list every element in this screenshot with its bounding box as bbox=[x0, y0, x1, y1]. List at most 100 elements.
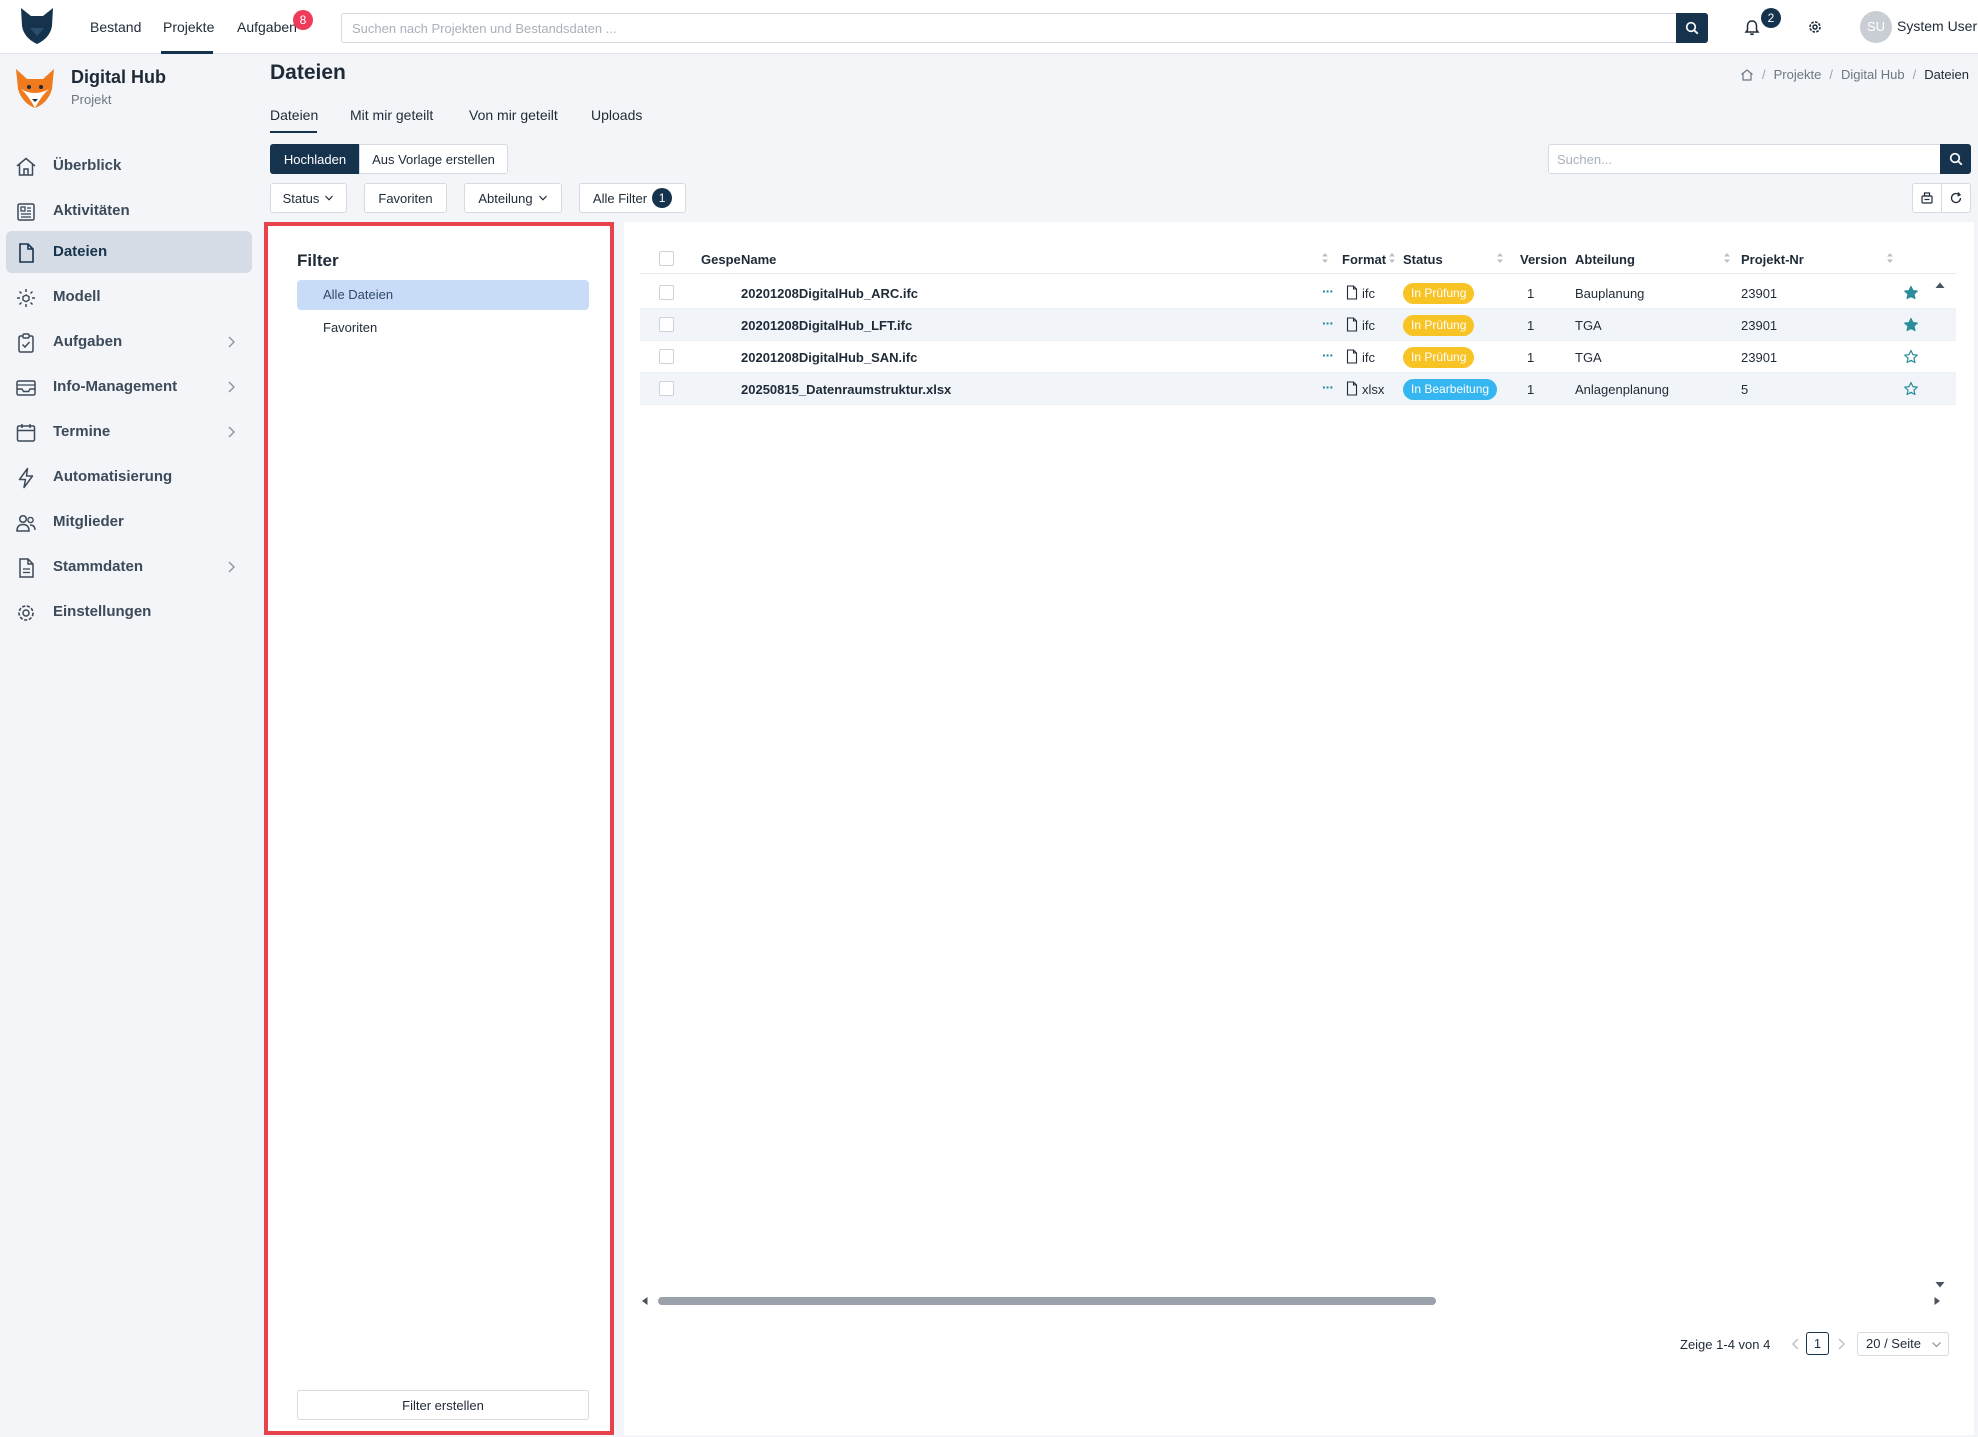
favorites-filter-button[interactable]: Favoriten bbox=[364, 183, 447, 213]
sidebar-item-stammdaten[interactable]: Stammdaten bbox=[6, 546, 252, 588]
export-button[interactable] bbox=[1912, 183, 1942, 213]
star-filled-icon[interactable] bbox=[1903, 285, 1919, 301]
nav-aufgaben[interactable]: Aufgaben bbox=[237, 19, 297, 35]
filter-item-all-files[interactable]: Alle Dateien bbox=[297, 280, 589, 310]
tab-von-mir-geteilt[interactable]: Von mir geteilt bbox=[469, 107, 558, 123]
nav-projekte[interactable]: Projekte bbox=[163, 19, 214, 35]
sidebar-item-info-management[interactable]: Info-Management bbox=[6, 366, 252, 408]
scroll-down-arrow-icon[interactable] bbox=[1934, 1280, 1946, 1290]
refresh-button[interactable] bbox=[1941, 183, 1971, 213]
scroll-left-arrow-icon[interactable] bbox=[640, 1296, 650, 1306]
file-icon bbox=[1346, 349, 1358, 364]
breadcrumb-project[interactable]: Digital Hub bbox=[1841, 67, 1905, 82]
sort-icon[interactable] bbox=[1722, 250, 1732, 266]
row-checkbox[interactable] bbox=[659, 349, 674, 364]
sort-icon[interactable] bbox=[1387, 250, 1397, 266]
more-options-icon[interactable]: ··· bbox=[1322, 379, 1334, 395]
sidebar-item-aufgaben[interactable]: Aufgaben bbox=[6, 321, 252, 363]
horizontal-scrollbar-thumb[interactable] bbox=[658, 1297, 1436, 1305]
more-options-icon[interactable]: ··· bbox=[1322, 283, 1334, 299]
home-icon[interactable] bbox=[1740, 68, 1754, 82]
inbox-icon bbox=[14, 376, 38, 400]
upload-button[interactable]: Hochladen bbox=[270, 144, 360, 174]
file-search-button[interactable] bbox=[1940, 144, 1971, 174]
table-row[interactable]: 20201208DigitalHub_ARC.ifc ··· ifc In Prüfu… bbox=[640, 277, 1956, 309]
star-outline-icon[interactable] bbox=[1903, 381, 1919, 397]
sort-icon[interactable] bbox=[1885, 250, 1895, 266]
sort-icon[interactable] bbox=[1495, 250, 1505, 266]
column-header-status[interactable]: Status bbox=[1403, 252, 1443, 267]
row-checkbox[interactable] bbox=[659, 285, 674, 300]
pagination-current-page[interactable]: 1 bbox=[1806, 1332, 1829, 1355]
star-filled-icon[interactable] bbox=[1903, 317, 1919, 333]
more-options-icon[interactable]: ··· bbox=[1322, 347, 1334, 363]
gear-icon bbox=[14, 601, 38, 625]
project-subtitle: Projekt bbox=[71, 92, 112, 107]
sidebar-item-einstellungen[interactable]: Einstellungen bbox=[6, 591, 252, 633]
table-row[interactable]: 20201208DigitalHub_LFT.ifc ··· ifc In Prüfu… bbox=[640, 309, 1956, 341]
page-size-select[interactable]: 20 / Seite bbox=[1857, 1332, 1949, 1356]
file-search-input[interactable] bbox=[1548, 144, 1941, 174]
status-badge: In Prüfung bbox=[1403, 283, 1475, 304]
sidebar-item-modell[interactable]: Modell bbox=[6, 276, 252, 318]
filter-item-favorites[interactable]: Favoriten bbox=[297, 313, 589, 343]
chevron-right-icon bbox=[224, 425, 238, 439]
table-row[interactable]: 20250815_Datenraumstruktur.xlsx ··· xlsx In… bbox=[640, 373, 1956, 405]
chevron-right-icon bbox=[224, 380, 238, 394]
home-icon bbox=[14, 155, 38, 179]
pagination-next-icon[interactable] bbox=[1834, 1336, 1848, 1352]
more-options-icon[interactable]: ··· bbox=[1322, 315, 1334, 331]
select-all-checkbox[interactable] bbox=[659, 251, 674, 266]
file-name[interactable]: 20201208DigitalHub_SAN.ifc bbox=[741, 350, 917, 365]
column-header-department[interactable]: Abteilung bbox=[1575, 252, 1635, 267]
page-title: Dateien bbox=[270, 61, 346, 84]
favorites-filter-label: Favoriten bbox=[378, 190, 433, 206]
tab-active-indicator bbox=[270, 131, 317, 133]
tab-mit-mir-geteilt[interactable]: Mit mir geteilt bbox=[350, 107, 433, 123]
file-project-no: 23901 bbox=[1741, 350, 1778, 365]
project-name: Digital Hub bbox=[71, 67, 166, 87]
status-filter-dropdown[interactable]: Status bbox=[270, 183, 347, 213]
sidebar-item-ueberblick[interactable]: Überblick bbox=[6, 145, 252, 187]
horizontal-scrollbar[interactable] bbox=[640, 1294, 1942, 1308]
file-name[interactable]: 20201208DigitalHub_ARC.ifc bbox=[741, 286, 918, 301]
user-name[interactable]: System User bbox=[1897, 18, 1977, 34]
row-checkbox[interactable] bbox=[659, 317, 674, 332]
row-checkbox[interactable] bbox=[659, 381, 674, 396]
create-filter-button[interactable]: Filter erstellen bbox=[297, 1390, 589, 1420]
scroll-up-arrow-icon[interactable] bbox=[1934, 280, 1946, 290]
sidebar-item-dateien[interactable]: Dateien bbox=[6, 231, 252, 273]
department-filter-dropdown[interactable]: Abteilung bbox=[464, 183, 562, 213]
breadcrumb-projekte[interactable]: Projekte bbox=[1774, 67, 1822, 82]
table-row[interactable]: 20201208DigitalHub_SAN.ifc ··· ifc In Prüfu… bbox=[640, 341, 1956, 373]
all-filters-button[interactable]: Alle Filter 1 bbox=[579, 183, 686, 213]
scroll-right-arrow-icon[interactable] bbox=[1932, 1296, 1942, 1306]
tab-uploads[interactable]: Uploads bbox=[591, 107, 642, 123]
export-icon bbox=[1921, 192, 1933, 204]
column-header-project-no[interactable]: Projekt-Nr bbox=[1741, 252, 1804, 267]
create-from-template-button[interactable]: Aus Vorlage erstellen bbox=[359, 144, 508, 174]
user-avatar[interactable]: SU bbox=[1860, 11, 1892, 43]
star-outline-icon[interactable] bbox=[1903, 349, 1919, 365]
global-search-button[interactable] bbox=[1676, 13, 1708, 43]
file-name[interactable]: 20250815_Datenraumstruktur.xlsx bbox=[741, 382, 951, 397]
sidebar-item-aktivitaeten[interactable]: Aktivitäten bbox=[6, 190, 252, 232]
search-icon bbox=[1685, 21, 1699, 35]
column-header-format[interactable]: Format bbox=[1342, 252, 1386, 267]
sidebar-item-mitglieder[interactable]: Mitglieder bbox=[6, 501, 252, 543]
tab-dateien[interactable]: Dateien bbox=[270, 107, 318, 123]
column-header-version[interactable]: Version bbox=[1520, 252, 1567, 267]
column-header-name[interactable]: Name bbox=[741, 252, 776, 267]
sidebar-item-termine[interactable]: Termine bbox=[6, 411, 252, 453]
fox-logo-icon[interactable] bbox=[18, 6, 56, 46]
sidebar-item-automatisierung[interactable]: Automatisierung bbox=[6, 456, 252, 498]
nav-bestand[interactable]: Bestand bbox=[90, 19, 141, 35]
global-search-input[interactable] bbox=[341, 13, 1677, 43]
settings-button[interactable] bbox=[1804, 16, 1826, 38]
column-header-locked[interactable]: Gesperrt bbox=[701, 252, 741, 267]
pagination-prev-icon[interactable] bbox=[1789, 1336, 1803, 1352]
bolt-icon bbox=[14, 466, 38, 490]
file-name[interactable]: 20201208DigitalHub_LFT.ifc bbox=[741, 318, 912, 333]
sort-icon[interactable] bbox=[1320, 250, 1330, 266]
filter-panel-title: Filter bbox=[297, 251, 339, 270]
